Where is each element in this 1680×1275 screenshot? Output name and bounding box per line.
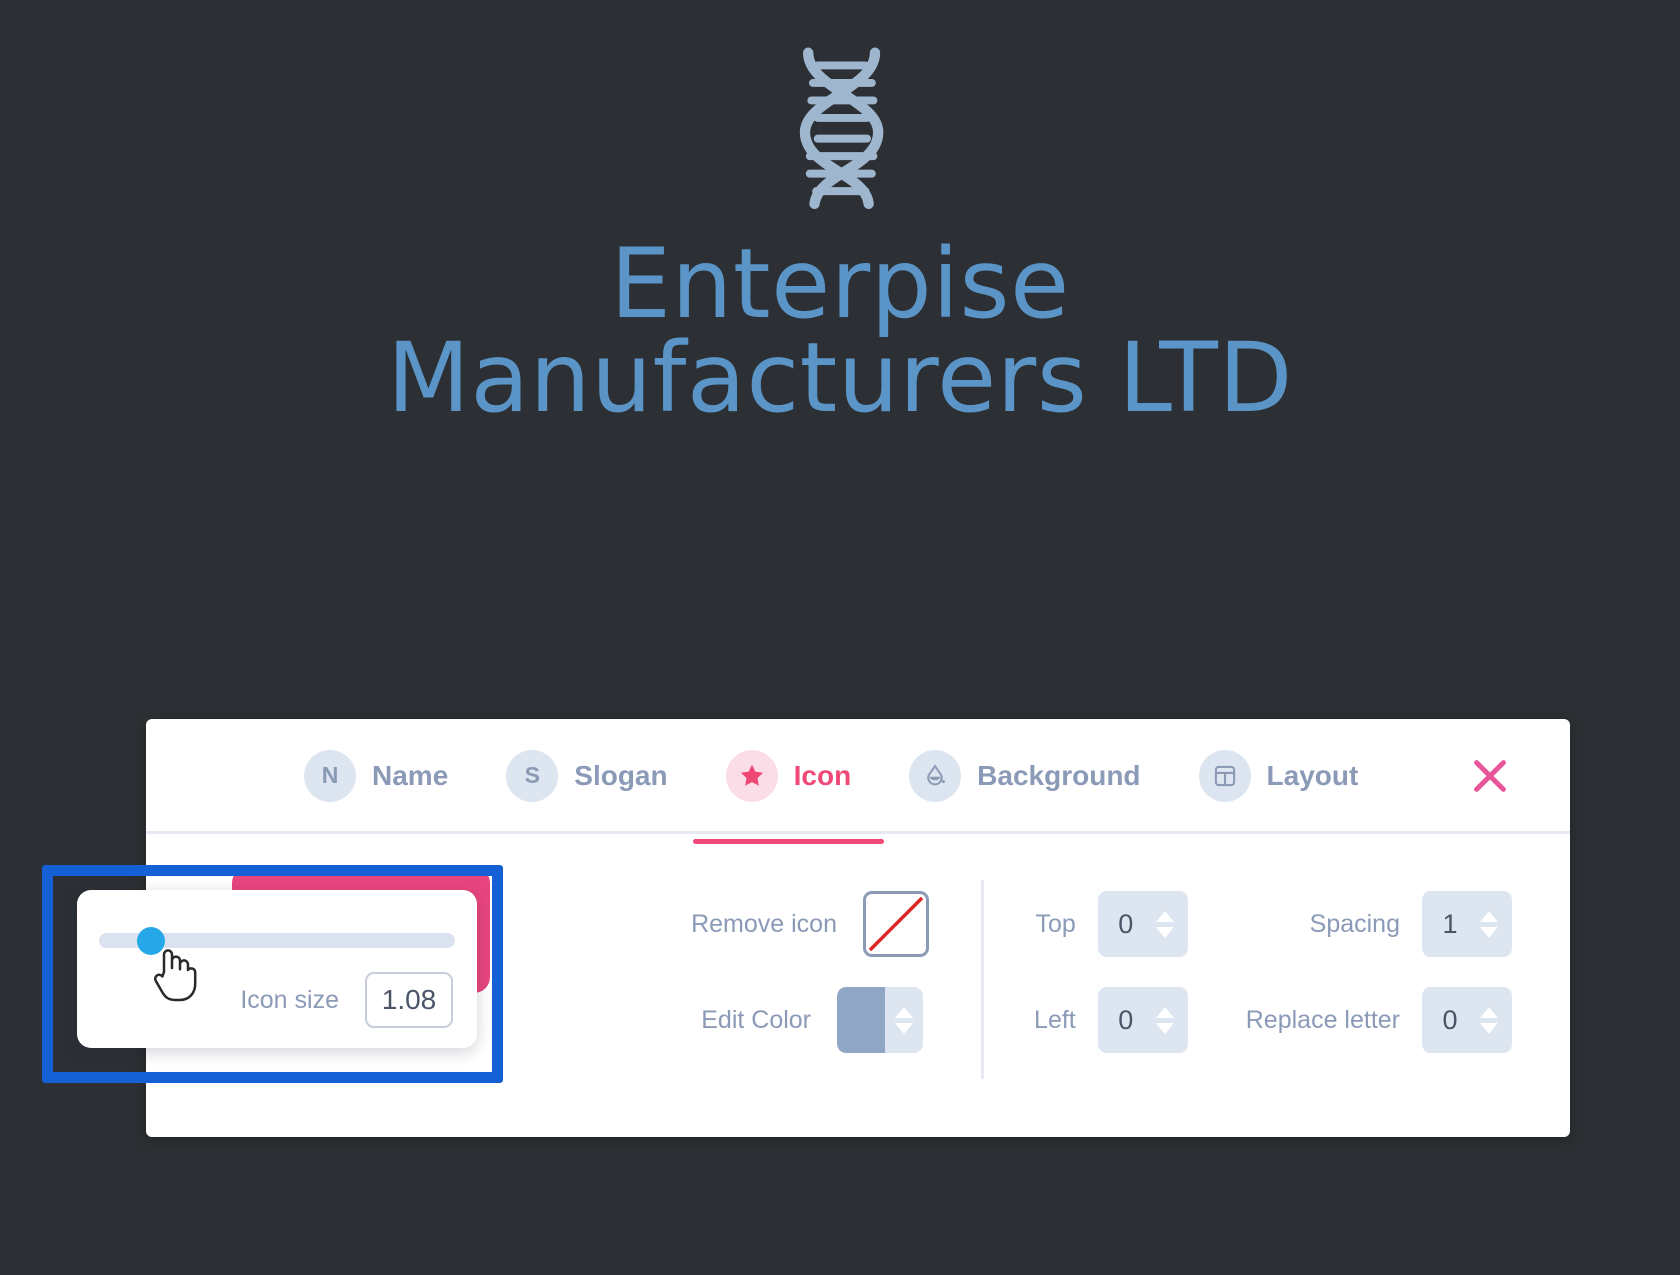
tab-background[interactable]: Background — [909, 749, 1141, 802]
stepper-down-icon[interactable] — [895, 1022, 913, 1034]
paint-drop-icon — [909, 749, 962, 802]
stepper-down-icon[interactable] — [1480, 926, 1498, 938]
name-badge-icon: N — [304, 749, 356, 802]
stepper-down-icon[interactable] — [1480, 1022, 1498, 1034]
icon-size-label: Icon size — [240, 985, 339, 1014]
icon-size-row: Icon size 1.08 — [77, 972, 477, 1028]
replace-letter-stepper[interactable] — [1474, 1006, 1512, 1034]
stepper-up-icon[interactable] — [895, 1006, 913, 1018]
position-controls-column: Top 0 Spacing 1 Left 0 Replace letter 0 — [984, 834, 1570, 1137]
close-icon[interactable] — [1466, 752, 1514, 800]
stepper-up-icon[interactable] — [1155, 1006, 1174, 1018]
logo-text: Enterpise Manufacturers LTD — [0, 228, 1680, 435]
icon-size-popup: Icon size 1.08 — [77, 890, 477, 1048]
stepper-down-icon[interactable] — [1155, 926, 1174, 938]
numeric-control-grid: Top 0 Spacing 1 Left 0 Replace letter 0 — [984, 876, 1570, 1068]
left-input[interactable]: 0 — [1097, 987, 1188, 1053]
top-label: Top — [1035, 909, 1076, 938]
edit-color-button[interactable] — [837, 987, 929, 1053]
tab-icon[interactable]: Icon — [692, 749, 885, 844]
logo-name-line-2: Manufacturers LTD — [386, 322, 1293, 435]
remove-icon-button[interactable] — [863, 891, 929, 957]
tab-name[interactable]: N Name — [304, 749, 449, 802]
remove-icon-label: Remove icon — [691, 909, 837, 938]
left-control: Left 0 — [984, 972, 1246, 1068]
spacing-stepper[interactable] — [1474, 910, 1512, 938]
spacing-label: Spacing — [1309, 909, 1400, 938]
layout-icon — [1198, 749, 1251, 802]
stepper-down-icon[interactable] — [1155, 1022, 1174, 1034]
tab-label-layout: Layout — [1266, 759, 1359, 791]
stepper-up-icon[interactable] — [1480, 910, 1498, 922]
top-control: Top 0 — [984, 876, 1246, 972]
edit-color-stepper[interactable] — [885, 987, 923, 1053]
tab-label-icon: Icon — [793, 759, 852, 791]
slogan-badge-icon: S — [506, 749, 559, 802]
dna-helix-icon — [799, 47, 884, 210]
remove-icon-row: Remove icon — [566, 876, 981, 972]
stepper-up-icon[interactable] — [1155, 910, 1174, 922]
edit-color-label: Edit Color — [701, 1005, 811, 1034]
icon-actions-column: Remove icon Edit Color — [566, 834, 981, 1137]
tab-layout[interactable]: Layout — [1198, 749, 1359, 802]
tab-label-background: Background — [977, 759, 1141, 791]
left-value: 0 — [1118, 1004, 1134, 1035]
replace-letter-value: 0 — [1442, 1004, 1458, 1035]
star-icon — [725, 749, 778, 802]
spacing-control: Spacing 1 — [1246, 876, 1570, 972]
replace-letter-label: Replace letter — [1245, 1005, 1400, 1034]
editor-tab-bar: N Name S Slogan Icon Background Layout — [146, 719, 1570, 844]
spacing-input[interactable]: 1 — [1422, 891, 1512, 957]
top-stepper[interactable] — [1150, 910, 1188, 938]
logo-composition: Enterpise Manufacturers LTD — [0, 40, 1680, 435]
replace-letter-input[interactable]: 0 — [1422, 987, 1512, 1053]
spacing-value: 1 — [1442, 908, 1458, 939]
logo-name-line-1: Enterpise — [610, 228, 1070, 340]
top-value: 0 — [1118, 908, 1134, 939]
top-input[interactable]: 0 — [1097, 891, 1188, 957]
icon-size-input[interactable]: 1.08 — [365, 972, 453, 1028]
tab-label-slogan: Slogan — [574, 759, 668, 791]
left-stepper[interactable] — [1150, 1006, 1188, 1034]
replace-letter-control: Replace letter 0 — [1246, 972, 1570, 1068]
left-label: Left — [1034, 1005, 1076, 1034]
edit-color-row: Edit Color — [566, 972, 981, 1068]
tab-slogan[interactable]: S Slogan — [506, 749, 668, 802]
tab-label-name: Name — [372, 759, 449, 791]
stepper-up-icon[interactable] — [1480, 1006, 1498, 1018]
icon-size-slider-thumb[interactable] — [137, 927, 165, 955]
